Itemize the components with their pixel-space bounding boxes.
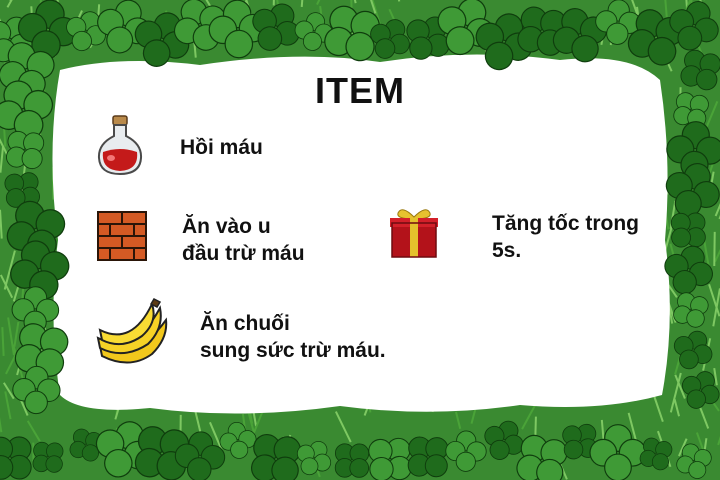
description-line: Ăn vào u	[182, 215, 271, 238]
description-line: Tăng tốc trong	[492, 212, 639, 235]
gift-icon	[390, 209, 438, 258]
description-line: Ăn chuối	[200, 312, 290, 335]
brick-icon	[97, 211, 147, 261]
gift-description: Tăng tốc trong 5s.	[492, 210, 639, 264]
description-line: 5s.	[492, 239, 522, 262]
item-legend: ITEM Hồi máu Ăn vào u đầu trừ máu Tăng t…	[0, 0, 720, 480]
description-line: sung sức trừ máu.	[200, 339, 386, 362]
potion-icon	[97, 115, 143, 176]
banana-description: Ăn chuối sung sức trừ máu.	[200, 310, 386, 364]
screen-title: ITEM	[315, 70, 405, 111]
brick-description: Ăn vào u đầu trừ máu	[182, 213, 305, 267]
description-line: Hồi máu	[180, 136, 263, 159]
description-line: đầu trừ máu	[182, 242, 305, 265]
banana-icon	[96, 298, 168, 364]
potion-description: Hồi máu	[180, 134, 263, 161]
